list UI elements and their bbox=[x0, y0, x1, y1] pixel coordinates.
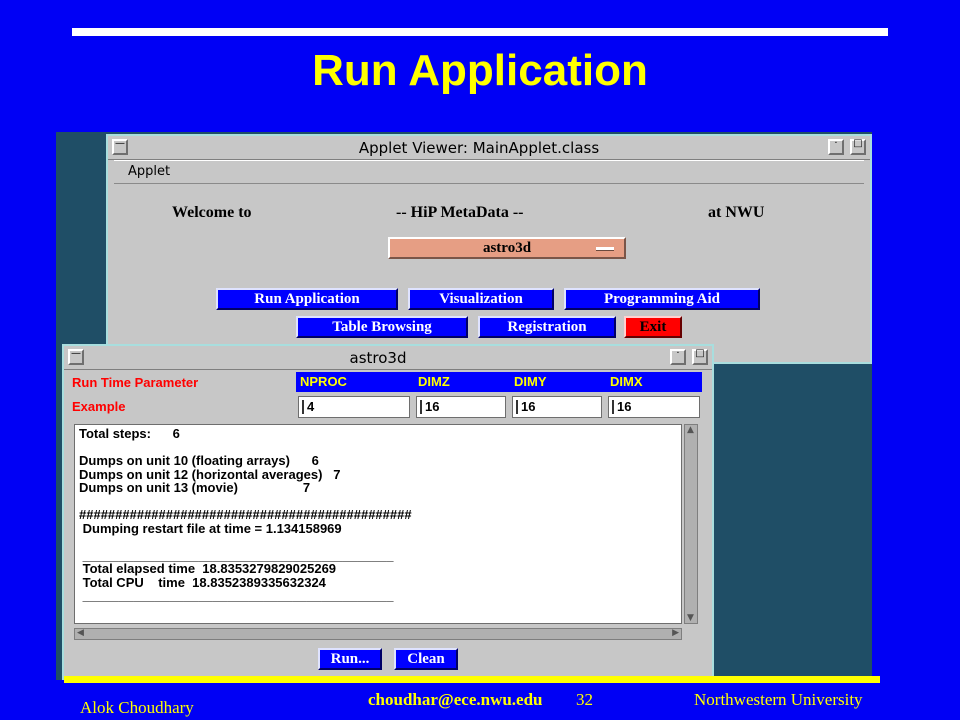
footer-email: choudhar@ece.nwu.edu bbox=[368, 690, 543, 709]
minimize-icon: · bbox=[834, 138, 838, 149]
maximize-button[interactable]: □ bbox=[692, 348, 708, 365]
visualization-button[interactable]: Visualization bbox=[408, 288, 554, 310]
astro3d-window: — astro3d · □ Run Time Parameter Example… bbox=[62, 344, 714, 680]
menu-applet[interactable]: Applet bbox=[114, 160, 864, 184]
footer-page-number: 32 bbox=[576, 690, 593, 709]
exit-button[interactable]: Exit bbox=[624, 316, 682, 338]
output-log[interactable]: Total steps: 6 Dumps on unit 10 (floatin… bbox=[74, 424, 682, 624]
scroll-up-icon[interactable]: ▲ bbox=[687, 425, 694, 435]
embedded-screenshot: — Applet Viewer: MainApplet.class · □ Ap… bbox=[56, 132, 872, 680]
run-application-button[interactable]: Run Application bbox=[216, 288, 398, 310]
maximize-button[interactable]: □ bbox=[850, 138, 866, 155]
header-dimx: DIMX bbox=[610, 374, 643, 389]
maximize-icon: □ bbox=[853, 138, 863, 149]
scroll-left-icon[interactable]: ◀ bbox=[77, 628, 84, 638]
log-vertical-scrollbar[interactable]: ▲ ▼ bbox=[684, 424, 698, 624]
astro3d-window-title: astro3d bbox=[349, 349, 407, 367]
applet-window-title: Applet Viewer: MainApplet.class bbox=[358, 139, 600, 157]
top-rule bbox=[72, 28, 888, 36]
slide-title: Run Application bbox=[312, 46, 648, 95]
dimz-input[interactable]: 16 bbox=[416, 396, 506, 418]
dimy-value: 16 bbox=[521, 399, 536, 414]
window-menu-button[interactable]: — bbox=[68, 348, 84, 365]
registration-button[interactable]: Registration bbox=[478, 316, 616, 338]
parameter-header-bar: NPROC DIMZ DIMY DIMX bbox=[296, 372, 702, 392]
window-menu-button[interactable]: — bbox=[112, 138, 128, 155]
window-menu-icon: — bbox=[115, 138, 125, 149]
log-horizontal-scrollbar[interactable]: ◀ ▶ bbox=[74, 628, 682, 640]
footer-author: Alok Choudhary bbox=[80, 698, 194, 717]
dimy-input[interactable]: 16 bbox=[512, 396, 602, 418]
scroll-down-icon[interactable]: ▼ bbox=[687, 613, 694, 623]
text-caret-icon bbox=[612, 400, 614, 414]
applet-title-bar[interactable]: — Applet Viewer: MainApplet.class · □ bbox=[108, 136, 870, 160]
header-dimz: DIMZ bbox=[418, 374, 450, 389]
minimize-button[interactable]: · bbox=[670, 348, 686, 365]
minimize-button[interactable]: · bbox=[828, 138, 844, 155]
window-menu-icon: — bbox=[71, 348, 81, 359]
clean-button[interactable]: Clean bbox=[394, 648, 458, 670]
astro3d-title-bar[interactable]: — astro3d · □ bbox=[64, 346, 712, 370]
programming-aid-button[interactable]: Programming Aid bbox=[564, 288, 760, 310]
header-nproc: NPROC bbox=[300, 374, 347, 389]
welcome-text-mid: -- HiP MetaData -- bbox=[396, 204, 524, 221]
dimx-input[interactable]: 16 bbox=[608, 396, 700, 418]
text-caret-icon bbox=[516, 400, 518, 414]
dimx-value: 16 bbox=[617, 399, 632, 414]
bottom-rule bbox=[64, 676, 880, 683]
dataset-select-value: astro3d bbox=[482, 240, 532, 256]
example-label: Example bbox=[72, 399, 126, 414]
table-browsing-button[interactable]: Table Browsing bbox=[296, 316, 468, 338]
minimize-icon: · bbox=[676, 348, 680, 359]
header-dimy: DIMY bbox=[514, 374, 547, 389]
text-caret-icon bbox=[420, 400, 422, 414]
dimz-value: 16 bbox=[425, 399, 440, 414]
footer-affiliation: Northwestern University bbox=[694, 690, 863, 709]
run-time-parameter-label: Run Time Parameter bbox=[72, 375, 199, 390]
run-button[interactable]: Run... bbox=[318, 648, 382, 670]
nproc-value: 4 bbox=[307, 399, 315, 414]
applet-viewer-window: — Applet Viewer: MainApplet.class · □ Ap… bbox=[106, 134, 872, 364]
scroll-right-icon[interactable]: ▶ bbox=[672, 628, 679, 638]
maximize-icon: □ bbox=[695, 348, 705, 359]
nproc-input[interactable]: 4 bbox=[298, 396, 410, 418]
dataset-select[interactable]: astro3d bbox=[388, 237, 626, 259]
text-caret-icon bbox=[302, 400, 304, 414]
dropdown-indicator-icon bbox=[596, 247, 614, 251]
welcome-text-right: at NWU bbox=[708, 204, 765, 221]
welcome-text-left: Welcome to bbox=[172, 204, 252, 221]
